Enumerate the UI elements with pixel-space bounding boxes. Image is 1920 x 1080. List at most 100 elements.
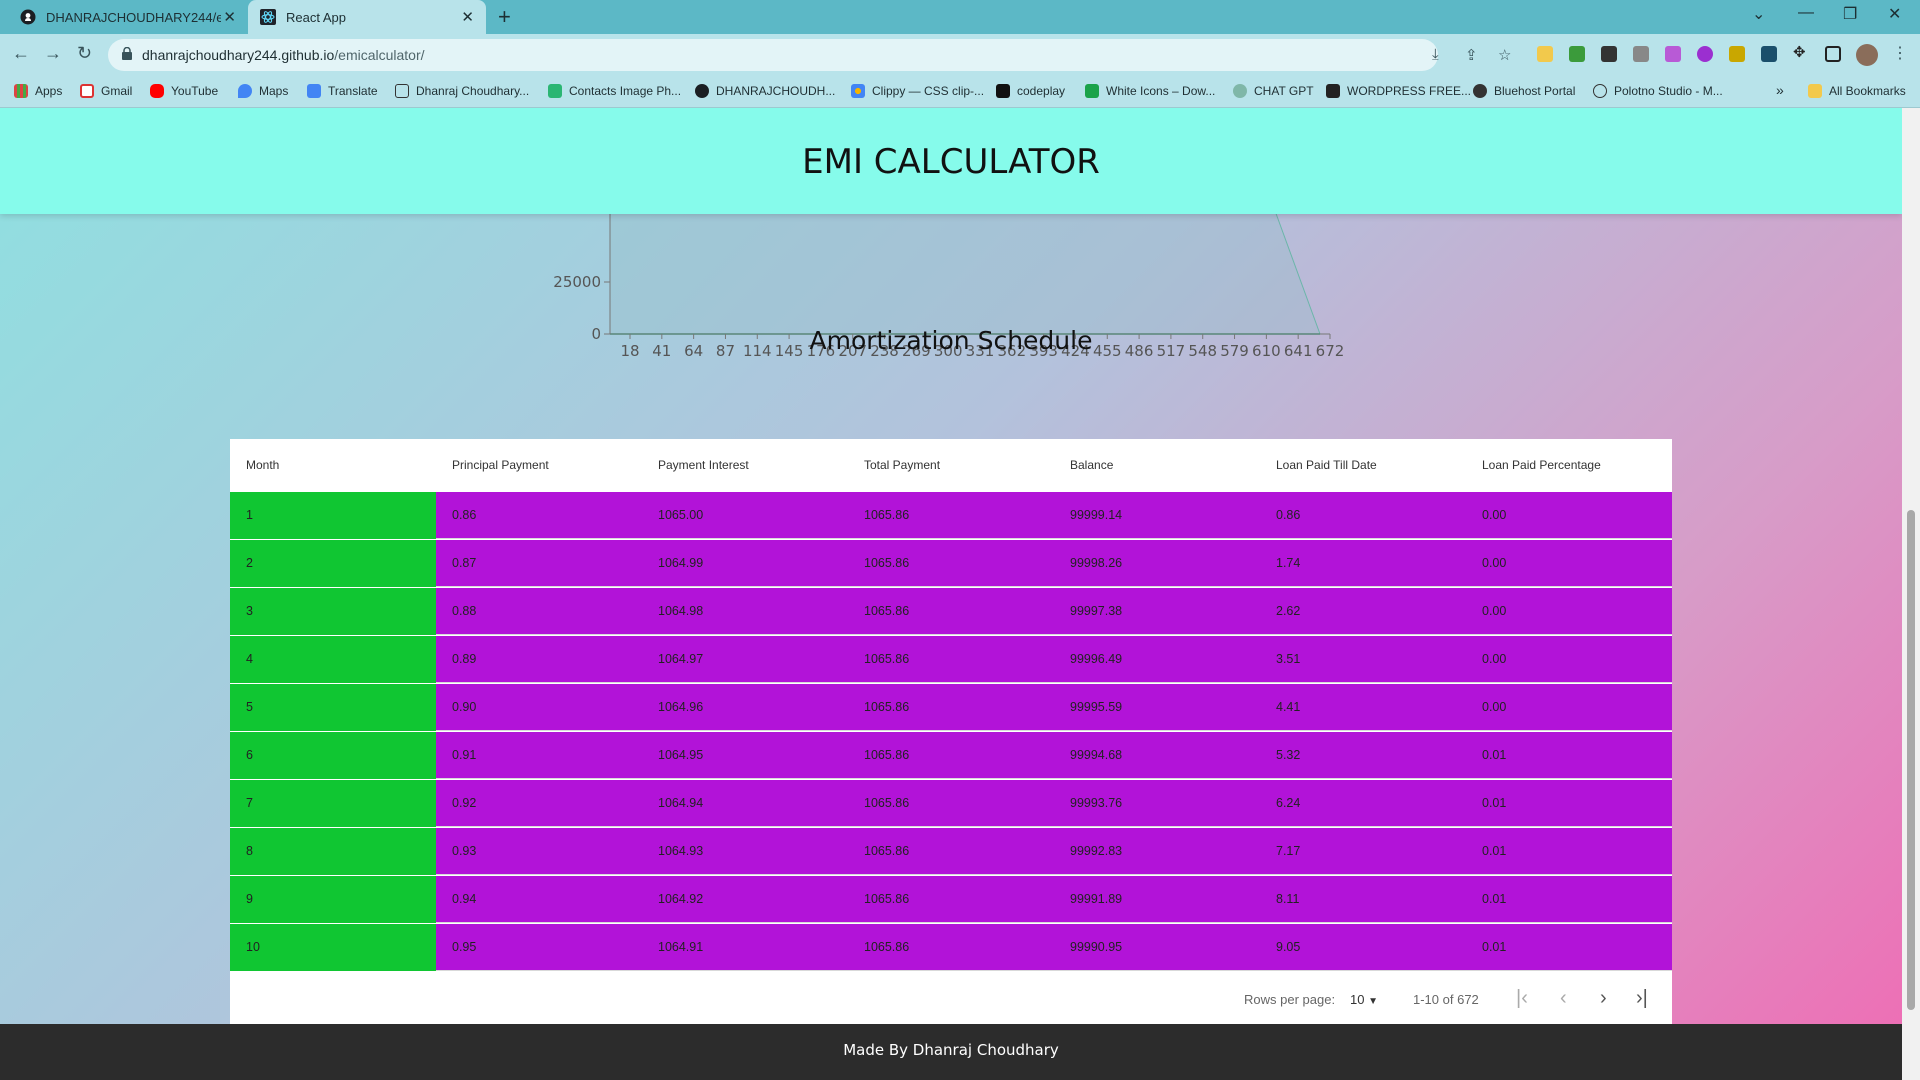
- table-cell: 1064.94: [658, 796, 704, 810]
- restore-icon[interactable]: ❐: [1843, 4, 1857, 24]
- month-cell-bg: [230, 732, 436, 779]
- table-cell: 99997.38: [1070, 604, 1123, 618]
- back-icon[interactable]: ←: [12, 43, 30, 64]
- first-page-icon[interactable]: |‹: [1516, 987, 1528, 1010]
- close-tab-icon[interactable]: ✕: [461, 8, 474, 26]
- app-header: EMI CALCULATOR: [0, 108, 1902, 214]
- extensions-puzzle-icon[interactable]: ✥: [1793, 43, 1809, 61]
- table-cell: 1065.86: [864, 940, 910, 954]
- bookmarks-overflow-icon[interactable]: »: [1776, 82, 1784, 98]
- table-cell: 1065.86: [864, 508, 910, 522]
- extension-icon[interactable]: [1601, 46, 1617, 62]
- month-cell-bg: [230, 636, 436, 683]
- month-cell-bg: [230, 492, 436, 539]
- forward-icon[interactable]: →: [44, 43, 62, 64]
- bookmark-item[interactable]: CHAT GPT: [1233, 84, 1314, 98]
- extension-icon[interactable]: [1761, 46, 1777, 62]
- dropdown-caret-icon: ▼: [1368, 996, 1378, 1007]
- table-cell: 99990.95: [1070, 940, 1123, 954]
- page-icon: [395, 84, 409, 98]
- menu-kebab-icon[interactable]: ⋮: [1892, 43, 1908, 63]
- close-window-icon[interactable]: ✕: [1888, 4, 1901, 24]
- bookmark-item[interactable]: Contacts Image Ph...: [548, 84, 681, 98]
- column-header: Total Payment: [864, 458, 941, 472]
- next-page-icon[interactable]: ›: [1600, 987, 1607, 1010]
- chatgpt-icon: [1233, 84, 1247, 98]
- extension-icon[interactable]: [1729, 46, 1745, 62]
- table-cell: 2.62: [1276, 604, 1301, 618]
- all-bookmarks[interactable]: All Bookmarks: [1808, 84, 1906, 98]
- minimize-icon[interactable]: —: [1798, 4, 1814, 22]
- tab-react-app[interactable]: React App ✕: [248, 0, 486, 34]
- rows-per-page-select[interactable]: 10 ▼: [1350, 992, 1378, 1007]
- extension-icon[interactable]: [1697, 46, 1713, 62]
- bookmark-item[interactable]: Clippy — CSS clip-...: [851, 84, 984, 98]
- bookmark-item[interactable]: Apps: [14, 84, 62, 98]
- table-cell: 7.17: [1276, 844, 1301, 858]
- table-cell: 0.88: [452, 604, 477, 618]
- table-cell: 1065.86: [864, 652, 910, 666]
- extension-icon[interactable]: [1569, 46, 1585, 62]
- side-panel-icon[interactable]: [1825, 46, 1841, 62]
- table-header-row: Month Principal Payment Payment Interest To…: [230, 439, 1672, 492]
- bookmark-item[interactable]: YouTube: [150, 84, 218, 98]
- table-cell: 8.11: [1276, 892, 1300, 906]
- tab-title: React App: [286, 9, 346, 25]
- bookmark-item[interactable]: White Icons – Dow...: [1085, 84, 1215, 98]
- table-cell: 1064.99: [658, 556, 704, 570]
- extension-icon[interactable]: [1537, 46, 1553, 62]
- bookmark-item[interactable]: Translate: [307, 84, 378, 98]
- profile-avatar[interactable]: [1856, 44, 1878, 66]
- table-cell: 7: [246, 796, 253, 810]
- table-cell: 1064.92: [658, 892, 704, 906]
- bookmark-item[interactable]: Bluehost Portal: [1473, 84, 1575, 98]
- bookmark-item[interactable]: Gmail: [80, 84, 132, 98]
- bookmark-item[interactable]: DHANRAJCHOUDH...: [695, 84, 835, 98]
- table-cell: 1065.86: [864, 556, 910, 570]
- column-header: Loan Paid Percentage: [1482, 458, 1601, 472]
- bookmark-item[interactable]: Maps: [238, 84, 288, 98]
- table-cell: 1065.86: [864, 892, 910, 906]
- table-cell: 0.01: [1482, 796, 1507, 810]
- tab-title: DHANRAJCHOUDHARY244/emic: [46, 9, 221, 25]
- new-tab-icon[interactable]: +: [498, 4, 511, 30]
- chart-svg: 25000018 41 64 87 114 145 176 207 238 269 300 331 36…: [553, 207, 1344, 360]
- table-row: 5 0.90 1064.96 1065.86 99995.59 4.41 0.00: [230, 684, 1672, 731]
- table-cell: 4.41: [1276, 700, 1301, 714]
- rows-per-page-label: Rows per page:: [1244, 992, 1336, 1007]
- tab-github[interactable]: DHANRAJCHOUDHARY244/emic ✕: [8, 0, 248, 34]
- bookmark-item[interactable]: WORDPRESS FREE...: [1326, 84, 1471, 98]
- column-header: Loan Paid Till Date: [1276, 458, 1377, 472]
- reload-icon[interactable]: ↻: [77, 43, 92, 64]
- extension-icon[interactable]: [1633, 46, 1649, 62]
- youtube-icon: [150, 84, 164, 98]
- footer-credit: Made By Dhanraj Choudhary: [843, 1041, 1059, 1059]
- install-app-icon[interactable]: ⤓: [1432, 46, 1439, 63]
- bookmark-item[interactable]: Polotno Studio - M...: [1593, 84, 1723, 98]
- month-cell-bg: [230, 588, 436, 635]
- month-cell-bg: [230, 924, 436, 971]
- table-cell: 10: [246, 940, 260, 954]
- share-icon[interactable]: ⇪: [1465, 46, 1478, 64]
- bookmark-item[interactable]: codeplay: [996, 84, 1065, 98]
- table-cell: 4: [246, 652, 253, 666]
- extension-icon[interactable]: [1665, 46, 1681, 62]
- table-cell: 1065.86: [864, 796, 910, 810]
- tab-search-icon[interactable]: ⌄: [1752, 4, 1765, 24]
- lock-icon: [122, 47, 132, 60]
- bookmark-item[interactable]: Dhanraj Choudhary...: [395, 84, 529, 98]
- table-cell: 0.01: [1482, 892, 1507, 906]
- bookmark-star-icon[interactable]: ☆: [1498, 46, 1511, 64]
- table-cell: 1065.86: [864, 604, 910, 618]
- app-title: EMI CALCULATOR: [802, 142, 1100, 182]
- previous-page-icon[interactable]: ‹: [1560, 987, 1567, 1010]
- last-page-icon[interactable]: ›|: [1636, 987, 1648, 1010]
- close-tab-icon[interactable]: ✕: [223, 8, 236, 26]
- scrollbar-thumb[interactable]: [1907, 510, 1915, 1010]
- table-cell: 0.01: [1482, 844, 1507, 858]
- wordpress-icon: [1326, 84, 1340, 98]
- address-bar[interactable]: dhanrajchoudhary244.github.io/emicalcula…: [108, 39, 1511, 71]
- table-cell: 99998.26: [1070, 556, 1123, 570]
- table-cell: 0.01: [1482, 748, 1507, 762]
- page-scrollbar[interactable]: [1902, 108, 1920, 1080]
